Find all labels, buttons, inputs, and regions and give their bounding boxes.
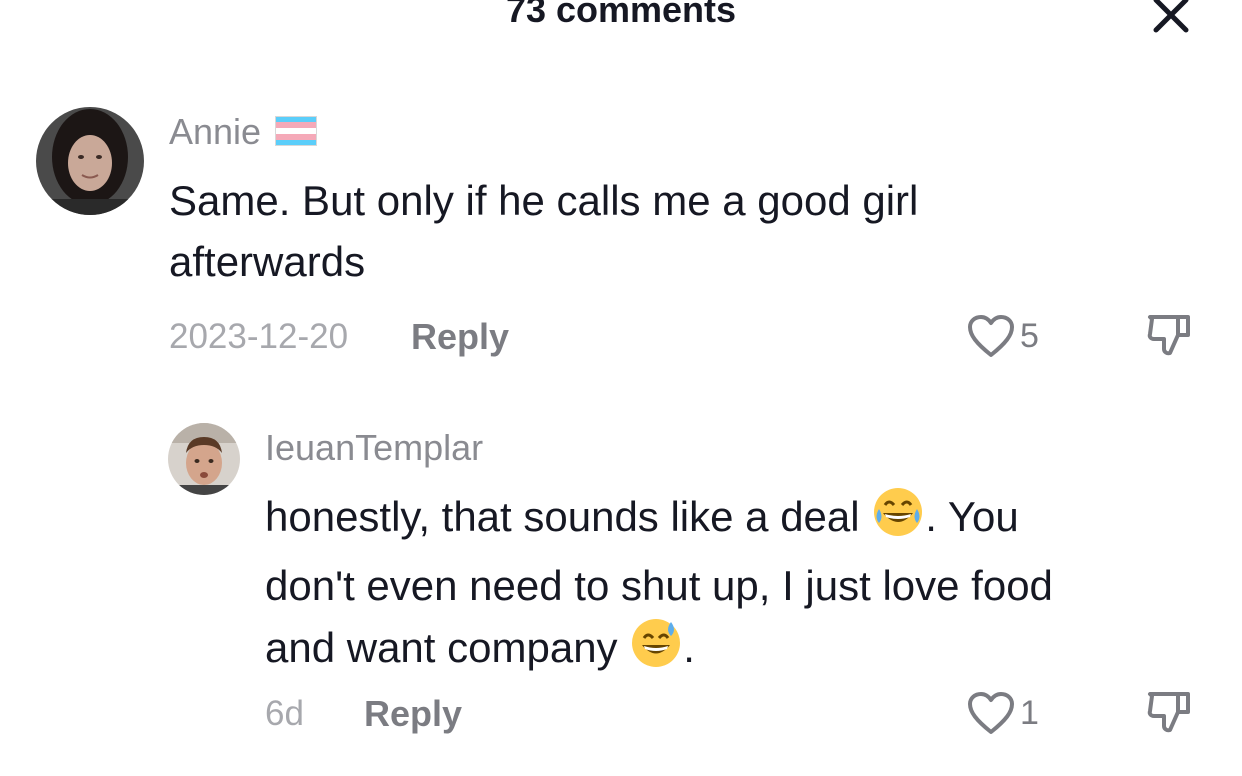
comment-text: honestly, that sounds like a deal . You … xyxy=(265,485,1053,686)
comment-fragment: honestly, that sounds like a deal xyxy=(265,493,860,540)
comment-line: Same. But only if he calls me a good gir… xyxy=(169,177,919,224)
dislike-button[interactable] xyxy=(1144,690,1194,741)
comment-fragment: . xyxy=(683,624,695,671)
sweat-smile-emoji xyxy=(629,616,683,686)
avatar-ieuantemplar[interactable] xyxy=(168,423,240,495)
trans-flag-icon xyxy=(275,112,318,156)
username-label: Annie xyxy=(169,111,262,152)
avatar-annie[interactable] xyxy=(36,107,144,215)
comment-date: 6d xyxy=(265,694,304,733)
thumbs-down-icon xyxy=(1147,315,1190,356)
comment-text: Same. But only if he calls me a good gir… xyxy=(169,170,918,292)
heart-icon xyxy=(968,315,1014,357)
username[interactable]: Annie xyxy=(169,110,318,156)
comment-line: afterwards xyxy=(169,238,366,285)
like-count: 5 xyxy=(1020,316,1039,355)
heart-icon xyxy=(968,692,1014,734)
comment-fragment: and want company xyxy=(265,624,618,671)
comments-count-title: 73 comments xyxy=(505,0,737,30)
comment-fragment: . You xyxy=(925,493,1019,540)
dislike-button[interactable] xyxy=(1144,313,1194,364)
thumbs-down-icon xyxy=(1147,692,1190,733)
like-count: 1 xyxy=(1020,693,1039,732)
close-button[interactable] xyxy=(1146,0,1196,40)
like-button[interactable]: 5 xyxy=(966,313,1039,359)
like-button[interactable]: 1 xyxy=(966,690,1039,736)
close-icon xyxy=(1153,0,1189,33)
comment-line: honestly, that sounds like a deal . You xyxy=(265,485,1053,555)
comment-line: don't even need to shut up, I just love … xyxy=(265,562,1053,609)
laughing-tears-emoji xyxy=(871,485,925,555)
comment-line: and want company . xyxy=(265,616,1053,686)
reply-button[interactable]: Reply xyxy=(411,315,509,359)
comment-date: 2023-12-20 xyxy=(169,317,349,356)
reply-button[interactable]: Reply xyxy=(364,692,462,736)
username[interactable]: IeuanTemplar xyxy=(265,426,483,470)
